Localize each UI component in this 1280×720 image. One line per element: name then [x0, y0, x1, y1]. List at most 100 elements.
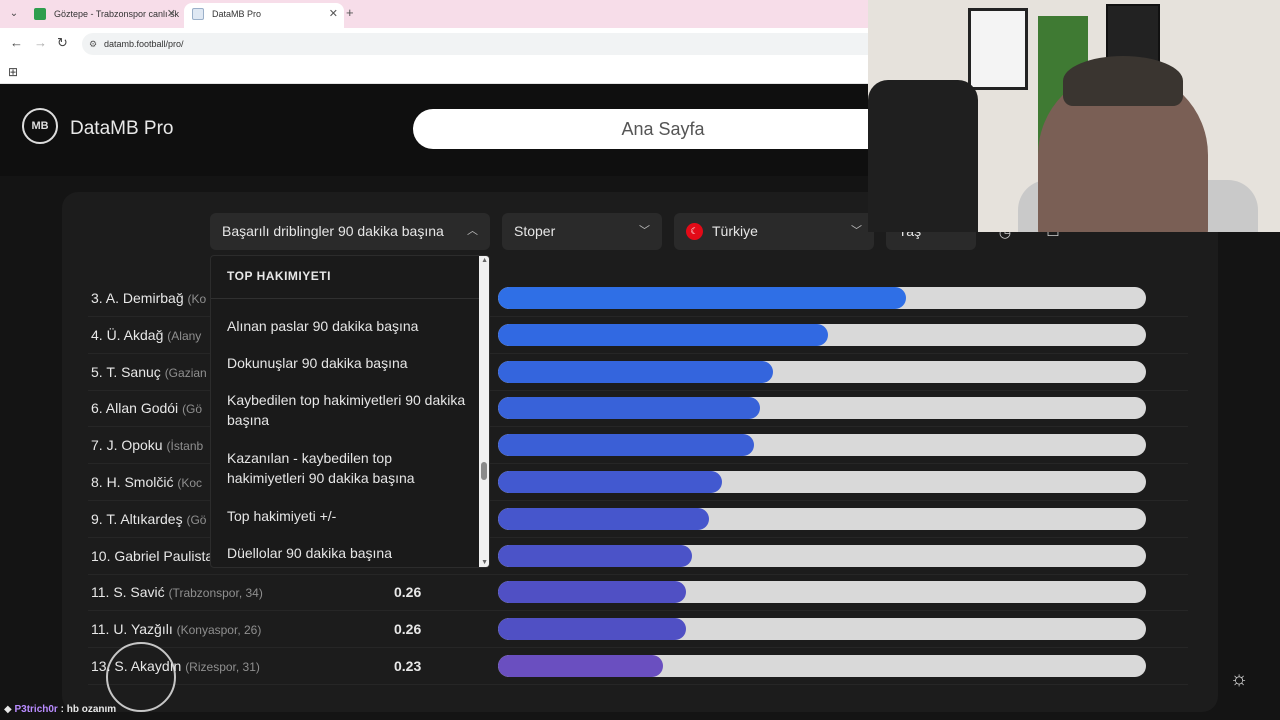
datamb-logo[interactable]: MB	[22, 108, 58, 144]
stream-chat-line: ◆ P3trich0r : hb ozanım	[4, 702, 116, 718]
chevron-down-icon: ﹀	[639, 225, 650, 237]
player-name-text: 8. H. Smolčić	[91, 474, 174, 490]
menu-divider	[211, 298, 479, 299]
value-bar-fill	[498, 471, 722, 493]
value-bar-fill	[498, 655, 664, 677]
apps-grid-icon[interactable]: ⊞	[8, 65, 18, 79]
player-name-text: 3. A. Demirbağ	[91, 290, 184, 306]
brand-title: DataMB Pro	[70, 118, 174, 139]
scroll-down-arrow-icon[interactable]: ▼	[481, 559, 488, 566]
player-name: 11. S. Savić (Trabzonspor, 34)	[91, 574, 391, 612]
value-bar-fill	[498, 287, 907, 309]
url-text: datamb.football/pro/	[104, 39, 184, 49]
table-row[interactable]: 11. U. Yazğılı (Konyaspor, 26) 0.26	[88, 611, 1188, 649]
value-bar-track	[498, 323, 1146, 346]
tab-title: DataMB Pro	[212, 9, 262, 19]
value-bar-track	[498, 507, 1146, 530]
datamb-favicon-icon	[192, 8, 204, 20]
menu-item[interactable]: Top hakimiyeti +/-	[227, 506, 467, 526]
country-select-value: Türkiye	[712, 223, 758, 239]
chat-badge-icon: ◆	[4, 704, 15, 715]
theme-toggle-sun-icon[interactable]: ☼	[1222, 662, 1256, 696]
player-club: (Ko	[187, 292, 207, 306]
player-value: 0.26	[394, 584, 422, 601]
webcam-gaming-chair	[868, 80, 978, 232]
value-bar-fill	[498, 360, 774, 383]
value-bar-track	[498, 581, 1146, 604]
value-bar-track	[498, 287, 1146, 309]
webcam-person-hair	[1063, 56, 1183, 106]
value-bar-fill	[498, 618, 686, 641]
player-club: (Konyaspor, 26)	[176, 623, 262, 638]
url-field[interactable]: ⚙ datamb.football/pro/	[82, 33, 882, 55]
player-value: 0.26	[394, 621, 422, 638]
value-bar-track	[498, 655, 1146, 677]
player-club: (Gö	[182, 402, 203, 417]
value-bar-track	[498, 544, 1146, 567]
value-bar-track	[498, 397, 1146, 420]
player-name-text: 4. Ü. Akdağ	[91, 326, 164, 343]
tab-close-icon[interactable]: ✕	[167, 3, 176, 25]
player-value: 0.23	[394, 658, 422, 674]
value-bar-fill	[498, 323, 829, 346]
player-club: (Alany	[167, 328, 202, 343]
value-bar-track	[498, 434, 1146, 457]
menu-scrollbar[interactable]	[479, 256, 489, 567]
reload-icon[interactable]: ↻	[57, 35, 68, 51]
player-name-text: 11. S. Savić	[91, 584, 165, 601]
menu-item[interactable]: Alınan paslar 90 dakika başına	[227, 316, 467, 336]
tab-close-icon[interactable]: ✕	[329, 3, 338, 25]
menu-group-title: TOP HAKIMIYETI	[227, 269, 331, 283]
browser-tab-goztepe[interactable]: Göztepe - Trabzonspor canlı sk ✕	[26, 3, 182, 28]
value-bar-fill	[498, 544, 693, 567]
player-club: (Gö	[186, 512, 207, 527]
player-name-text: 9. T. Altıkardeş	[91, 510, 183, 527]
chat-username: P3trich0r	[14, 704, 58, 715]
chevron-down-icon: ﹀	[851, 225, 862, 237]
player-club: (Gazian	[164, 365, 207, 380]
player-name-text: 7. J. Opoku	[91, 437, 163, 454]
metric-select-value: Başarılı driblingler 90 dakika başına	[222, 223, 444, 239]
country-select[interactable]: ☾ Türkiye ﹀	[674, 213, 874, 250]
value-bar-fill	[498, 397, 761, 420]
player-club: (İstanb	[166, 439, 204, 454]
player-name-text: 6. Allan Godói	[91, 400, 179, 417]
metric-dropdown-menu: TOP HAKIMIYETI Alınan paslar 90 dakika b…	[210, 255, 490, 568]
menu-scrollbar-thumb[interactable]	[481, 462, 487, 480]
home-button[interactable]: Ana Sayfa	[413, 109, 913, 149]
value-bar-track	[498, 471, 1146, 493]
metric-select[interactable]: Başarılı driblingler 90 dakika başına ︿	[210, 213, 490, 250]
player-club: (Koc	[177, 476, 203, 490]
player-name-text: 5. T. Sanuç	[91, 363, 161, 380]
player-name-text: 11. U. Yazğılı	[91, 621, 173, 638]
table-row[interactable]: 13. S. Akaydın (Rizespor, 31) 0.23	[88, 648, 1188, 685]
tab-search-chevron-icon[interactable]: ⌄	[6, 6, 22, 22]
sheets-favicon-icon	[34, 8, 46, 20]
back-arrow-icon[interactable]: ←	[10, 35, 23, 50]
browser-tab-datamb[interactable]: DataMB Pro ✕	[184, 3, 344, 28]
menu-item[interactable]: Düellolar 90 dakika başına	[227, 543, 467, 563]
cursor-highlight-ring	[106, 642, 176, 712]
value-bar-track	[498, 360, 1146, 383]
menu-item[interactable]: Kazanılan - kaybedilen top hakimiyetleri…	[227, 448, 467, 488]
value-bar-fill	[498, 434, 754, 457]
position-select[interactable]: Stoper ﹀	[502, 213, 662, 250]
chat-message: : hb ozanım	[60, 704, 117, 715]
new-tab-button[interactable]: +	[346, 5, 354, 20]
menu-item[interactable]: Dokunuşlar 90 dakika başına	[227, 353, 467, 373]
value-bar-track	[498, 618, 1146, 641]
site-info-icon[interactable]: ⚙	[89, 33, 97, 55]
menu-item[interactable]: Kaybedilen top hakimiyetleri 90 dakika b…	[227, 390, 467, 430]
tab-title: Göztepe - Trabzonspor canlı sk	[54, 9, 180, 19]
scroll-up-arrow-icon[interactable]: ▲	[481, 257, 488, 264]
turkey-flag-icon: ☾	[686, 223, 703, 240]
value-bar-fill	[498, 507, 709, 530]
table-row[interactable]: 11. S. Savić (Trabzonspor, 34) 0.26	[88, 574, 1188, 612]
position-select-value: Stoper	[514, 223, 556, 239]
webcam-whiteboard	[968, 8, 1028, 90]
player-club: (Rizespor, 31)	[185, 660, 260, 674]
webcam-overlay	[868, 0, 1280, 232]
forward-arrow-icon[interactable]: →	[34, 35, 47, 50]
player-club: (Trabzonspor, 34)	[168, 586, 263, 601]
player-name-text: 10. Gabriel Paulista	[91, 547, 214, 564]
